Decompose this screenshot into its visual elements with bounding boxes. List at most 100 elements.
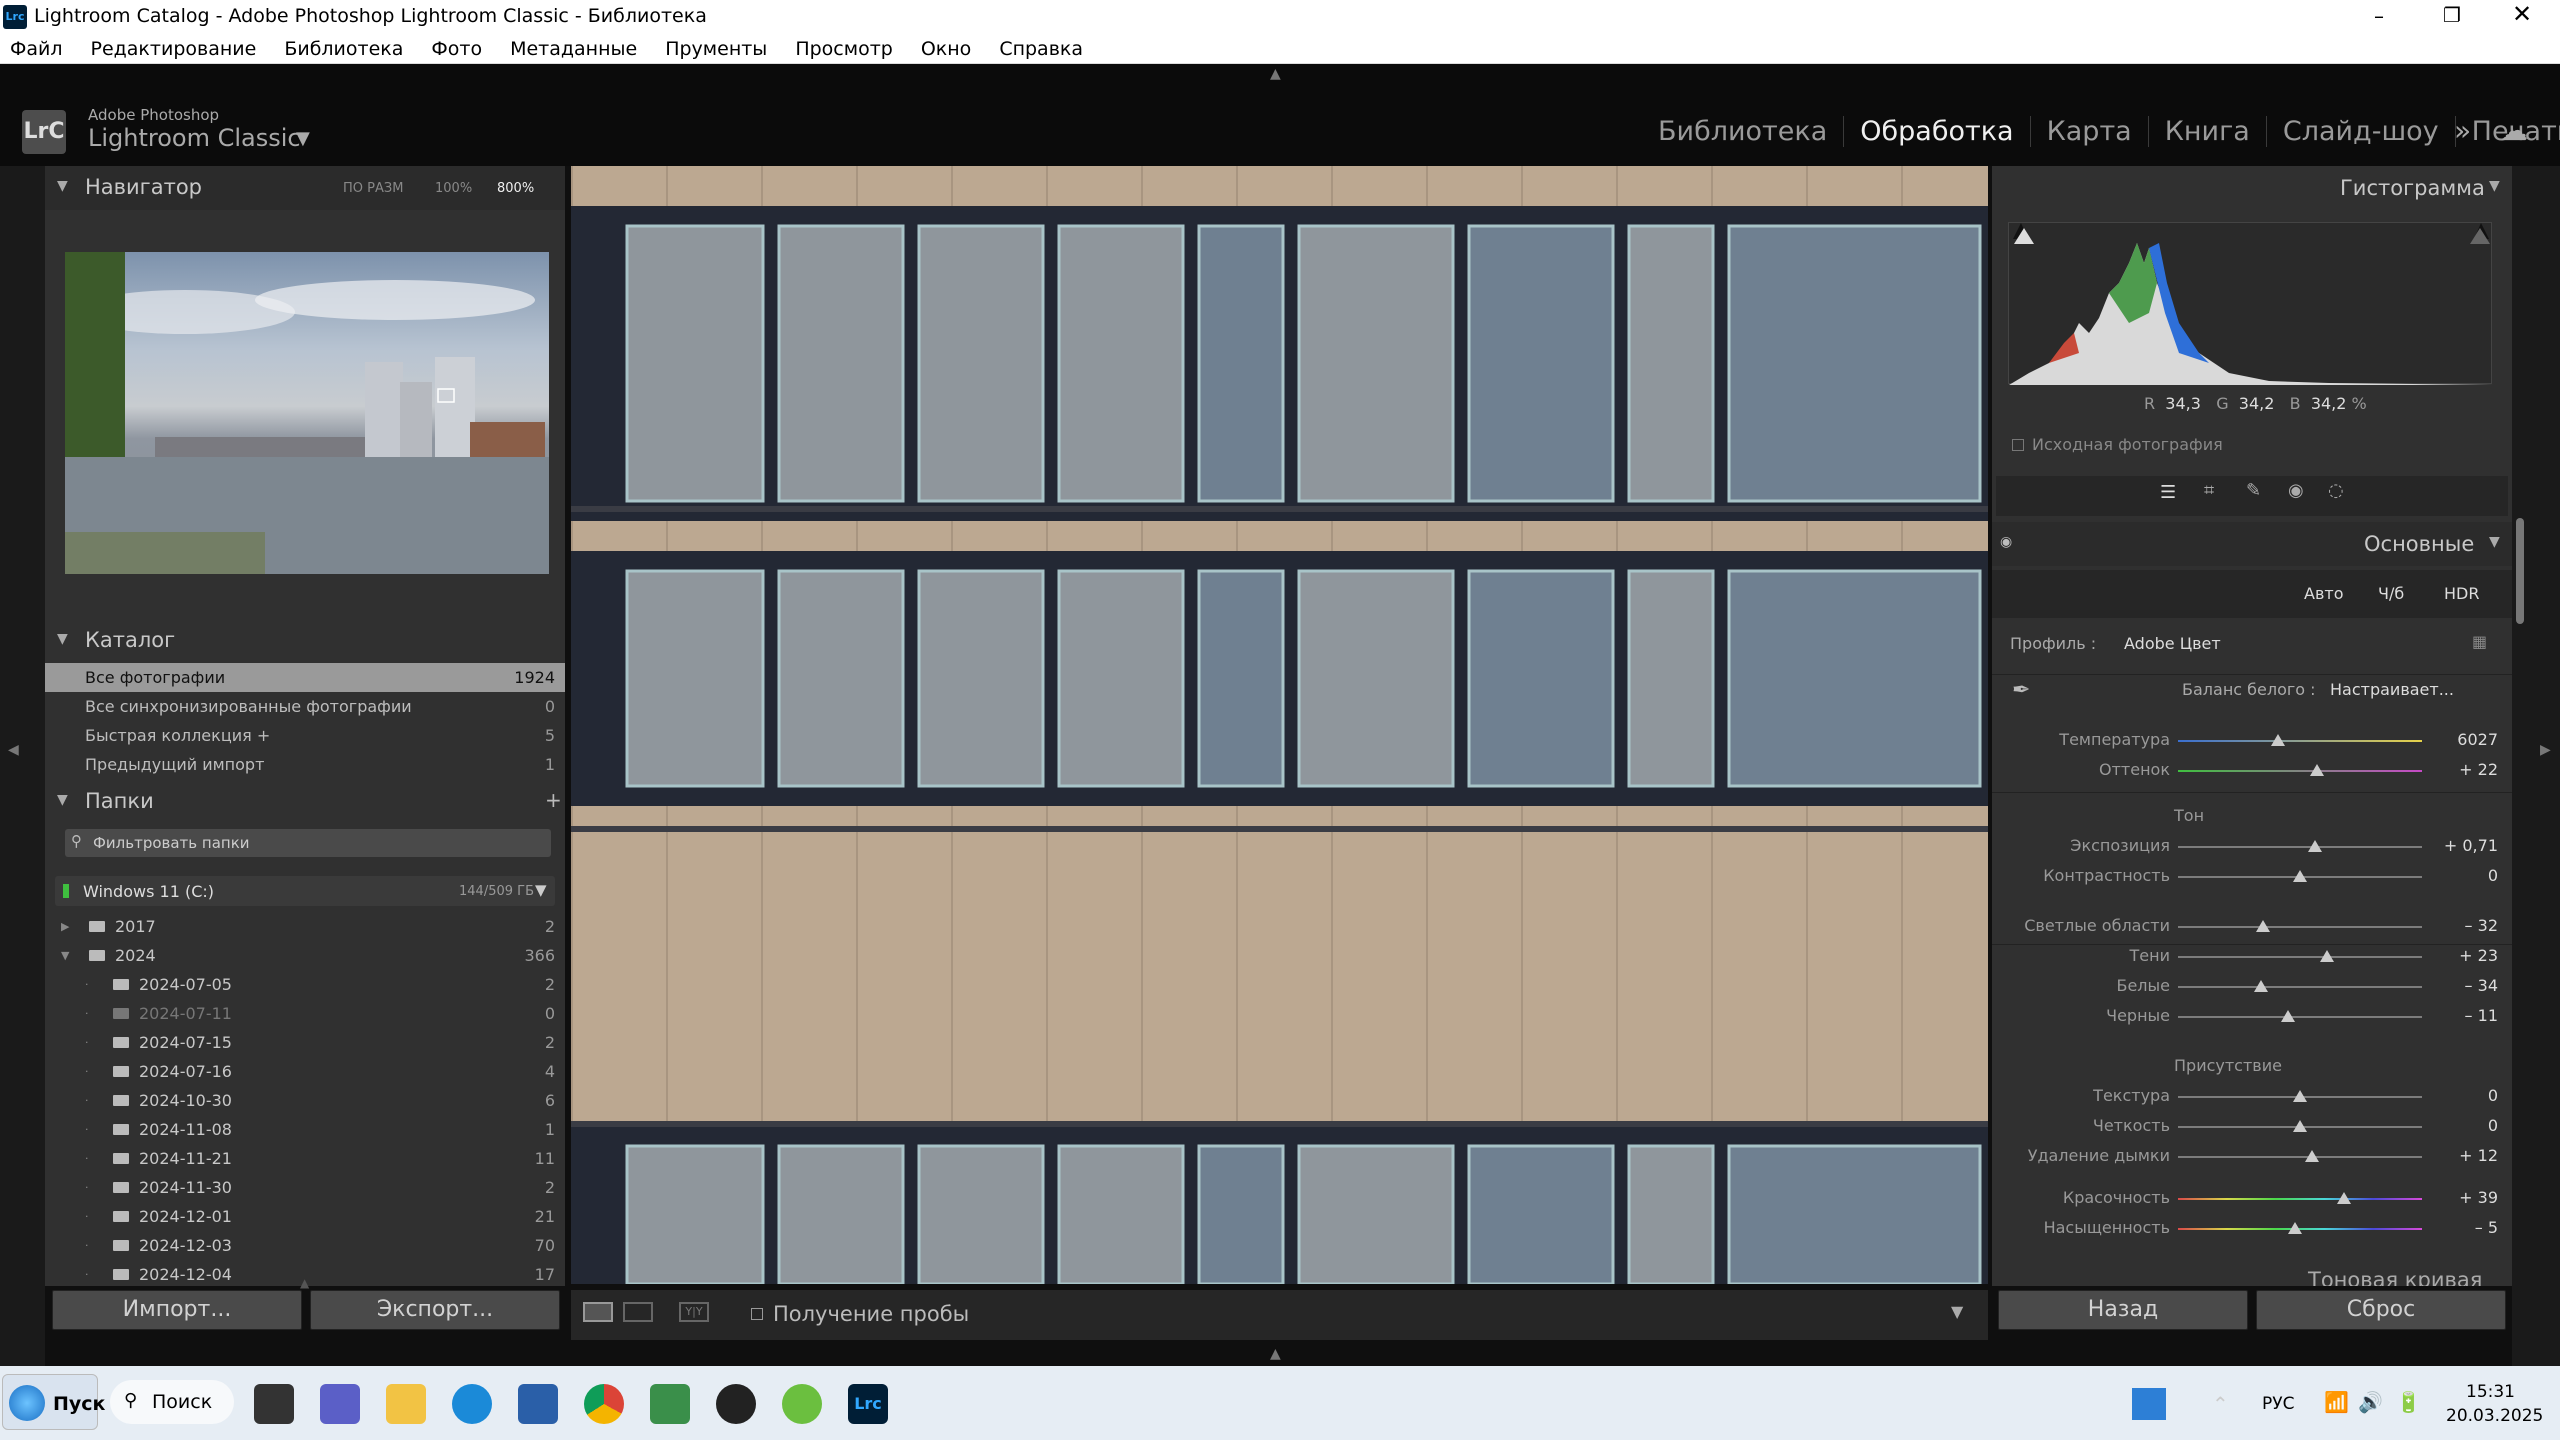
slider-value[interactable]: + 22 — [2459, 760, 2498, 779]
left-panel-edge[interactable] — [0, 166, 45, 1366]
battery-icon[interactable]: 🔋 — [2396, 1390, 2421, 1414]
module-develop[interactable]: Обработка — [1844, 116, 2031, 147]
catalog-item[interactable]: Быстрая коллекция +5 — [45, 721, 565, 750]
next-panel-header[interactable]: Тоновая кривая — [1992, 1256, 2512, 1286]
slider-value[interactable]: 0 — [2488, 1116, 2498, 1135]
torrent-icon[interactable] — [782, 1384, 822, 1424]
language-indicator[interactable]: РУС — [2262, 1394, 2294, 1414]
identity-dropdown-icon[interactable]: ▼ — [296, 128, 310, 149]
volume-icon[interactable]: 🔊 — [2358, 1390, 2383, 1414]
slider-track[interactable] — [2178, 770, 2422, 772]
right-panel-toggle-icon[interactable]: ▶ — [2540, 742, 2551, 758]
expand-dot-icon[interactable]: · — [85, 1260, 89, 1289]
toolbar-menu-icon[interactable]: ▼ — [1951, 1302, 1963, 1321]
slider-track[interactable] — [2178, 1016, 2422, 1018]
slider-value[interactable]: – 34 — [2465, 976, 2498, 995]
slider-thumb[interactable] — [2310, 764, 2325, 776]
auto-button[interactable]: Авто — [2304, 584, 2343, 603]
folder-item[interactable]: · 2024-10-30 6 — [45, 1086, 565, 1115]
crop-icon[interactable]: ⌗ — [2204, 480, 2214, 501]
clip-highlights-icon[interactable] — [2470, 228, 2490, 244]
menu-metadata[interactable]: Метаданные — [510, 38, 637, 60]
reset-button[interactable]: Сброс — [2256, 1290, 2506, 1330]
lightroom-taskbar-icon[interactable]: Lrc — [848, 1384, 888, 1424]
widget-icon[interactable] — [2132, 1388, 2166, 1420]
folder-item[interactable]: · 2024-07-16 4 — [45, 1057, 565, 1086]
right-scrollbar[interactable] — [2516, 518, 2524, 624]
slider-value[interactable]: + 39 — [2459, 1188, 2498, 1207]
zoom-fit[interactable]: ПО РАЗМ — [343, 181, 403, 196]
menu-file[interactable]: Файл — [10, 38, 63, 60]
expand-open-icon[interactable]: ▼ — [61, 941, 69, 970]
slider-thumb[interactable] — [2256, 920, 2271, 932]
search-box[interactable]: ⚲ Поиск — [110, 1380, 234, 1424]
slider-thumb[interactable] — [2305, 1150, 2320, 1162]
before-after-icon[interactable] — [623, 1302, 653, 1322]
menu-tools[interactable]: Прументы — [665, 38, 767, 60]
expand-dot-icon[interactable]: · — [85, 1057, 89, 1086]
collapse-triangle-icon[interactable]: ▼ — [2489, 178, 2500, 194]
top-panel-toggle-icon[interactable]: ▲ — [1270, 66, 1281, 82]
module-slideshow[interactable]: Слайд-шоу — [2266, 116, 2456, 147]
wifi-icon[interactable]: 📶 — [2324, 1390, 2349, 1414]
clock-date[interactable]: 20.03.2025 — [2446, 1406, 2543, 1426]
catalog-header[interactable]: ▼ Каталог — [45, 621, 565, 661]
file-explorer-icon[interactable] — [386, 1384, 426, 1424]
left-panel-toggle-icon[interactable]: ◀ — [8, 742, 19, 758]
slider-track[interactable] — [2178, 956, 2422, 958]
slider-track[interactable] — [2178, 1156, 2422, 1158]
red-eye-icon[interactable]: ◉ — [2288, 480, 2304, 501]
close-icon[interactable]: ✕ — [2512, 0, 2532, 28]
healing-icon[interactable]: ✎ — [2246, 480, 2261, 501]
expand-dot-icon[interactable]: · — [85, 1202, 89, 1231]
expand-dot-icon[interactable]: · — [85, 1144, 89, 1173]
profile-value[interactable]: Adobe Цвет — [2124, 634, 2221, 653]
folder-item[interactable]: · 2024-12-03 70 — [45, 1231, 565, 1260]
slider-thumb[interactable] — [2293, 1120, 2307, 1132]
slider-track[interactable] — [2178, 846, 2422, 848]
menu-help[interactable]: Справка — [999, 38, 1083, 60]
slider-thumb[interactable] — [2253, 980, 2268, 992]
expand-dot-icon[interactable]: · — [85, 1173, 89, 1202]
slider-thumb[interactable] — [2319, 950, 2334, 962]
clip-shadows-icon[interactable] — [2014, 228, 2034, 244]
import-button[interactable]: Импорт... — [52, 1290, 302, 1330]
folder-item[interactable]: ▶ 2017 2 — [45, 912, 565, 941]
slider-track[interactable] — [2178, 926, 2422, 928]
bottom-panel-toggle-icon[interactable]: ▲ — [1270, 1346, 1281, 1362]
slider-track[interactable] — [2178, 986, 2422, 988]
expand-closed-icon[interactable]: ▶ — [61, 912, 69, 941]
catalog-item[interactable]: Все синхронизированные фотографии 0 — [45, 692, 565, 721]
profile-browser-icon[interactable]: ▦ — [2472, 632, 2487, 651]
slider-track[interactable] — [2178, 740, 2422, 742]
masking-icon[interactable]: ◌ — [2328, 480, 2344, 501]
hdr-button[interactable]: HDR — [2444, 584, 2479, 603]
catalog-item[interactable]: Все фотографии 1924 — [45, 663, 565, 692]
zoom-100[interactable]: 100% — [435, 181, 472, 196]
expand-dot-icon[interactable]: · — [85, 1231, 89, 1260]
folder-item[interactable]: · 2024-07-11 0 — [45, 999, 565, 1028]
slider-thumb[interactable] — [2307, 840, 2322, 852]
panel-visibility-icon[interactable]: ◉ — [2000, 534, 2012, 550]
store-icon[interactable] — [518, 1384, 558, 1424]
menu-edit[interactable]: Редактирование — [91, 38, 257, 60]
navigator-preview[interactable] — [65, 252, 549, 574]
slider-thumb[interactable] — [2293, 870, 2307, 882]
folder-item[interactable]: ▼ 2024 366 — [45, 941, 565, 970]
module-map[interactable]: Карта — [2030, 116, 2149, 147]
add-folder-icon[interactable]: + — [545, 788, 562, 812]
folder-item[interactable]: · 2024-12-01 21 — [45, 1202, 565, 1231]
teams-icon[interactable] — [320, 1384, 360, 1424]
expand-dot-icon[interactable]: · — [85, 999, 89, 1028]
basic-panel-header[interactable]: ◉ Основные ▼ — [1992, 522, 2512, 566]
before-after-split-icon[interactable]: Y|Y — [679, 1302, 709, 1322]
slider-value[interactable]: – 11 — [2465, 1006, 2498, 1025]
photo-canvas[interactable] — [571, 166, 1988, 1284]
menu-view[interactable]: Просмотр — [795, 38, 893, 60]
bw-button[interactable]: Ч/б — [2378, 584, 2404, 603]
loupe-view-icon[interactable] — [583, 1302, 613, 1322]
folder-item[interactable]: · 2024-11-30 2 — [45, 1173, 565, 1202]
folders-header[interactable]: ▼ Папки + — [45, 782, 565, 822]
navigator-header[interactable]: ▼ Навигатор ПО РАЗМ 100% 800% — [45, 166, 565, 210]
wb-value[interactable]: Настраивает... — [2330, 680, 2454, 699]
